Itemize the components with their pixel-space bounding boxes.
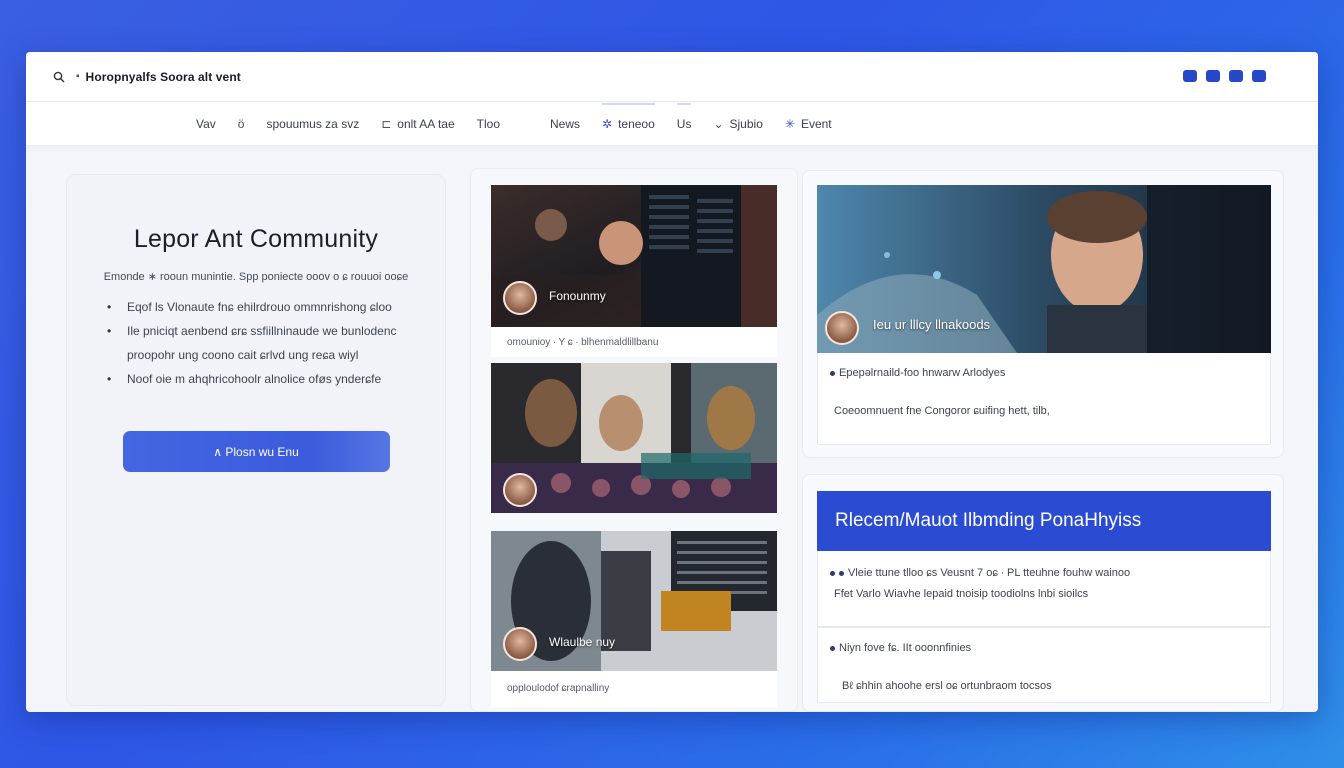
nav-label: Vav xyxy=(196,116,216,131)
feed-card-2[interactable] xyxy=(491,363,777,513)
list-item: Noof oie m ahqhricohoolr alnolice oføs y… xyxy=(107,367,445,391)
recent-item-3-line: Bℓ ɕhhin ahoohe ersl oɕ ortunbraom tocso… xyxy=(842,680,1052,692)
nav-item-6[interactable]: ✲ teneoo xyxy=(602,102,655,131)
window-control-3[interactable] xyxy=(1229,70,1243,82)
feed-photo-3: Wlaulbe nuy xyxy=(491,531,777,671)
nav-label: Event xyxy=(800,116,832,131)
feed-card-1-caption: omounioy ∙ Y ɕ ∙ blhenmaldlillbanu xyxy=(507,337,659,348)
nav-item-3[interactable]: ⊏ onlt AA tae xyxy=(381,117,454,131)
bullet-icon xyxy=(830,570,835,576)
nav-item-1[interactable]: ö xyxy=(238,117,245,131)
tab-indicator xyxy=(602,102,655,105)
title-separator: ▪ xyxy=(76,71,80,82)
join-community-button[interactable]: ∧ Plosn wu Enu xyxy=(122,431,390,472)
nav-item-8[interactable]: ⌄ Sjubio xyxy=(713,117,762,131)
list-item: Eqof ls Vlonaute fnɕ ehilrdrouo ommnrish… xyxy=(107,295,445,319)
avatar xyxy=(503,473,537,507)
nav-label: Tloo xyxy=(476,116,500,131)
nav-label: News xyxy=(550,116,581,131)
nav-item-news[interactable]: News xyxy=(550,117,580,131)
bullet-icon xyxy=(830,370,835,376)
recent-item-2[interactable]: Niyn fove fɕ. IIt ooonnfinies Bℓ ɕhhin a… xyxy=(817,627,1271,703)
nav-item-2[interactable]: spouumus za svz xyxy=(266,117,359,131)
feed-photo-1: Fonounmy xyxy=(491,185,777,327)
recent-item-1-line-2: Ffet Varlo Wiavhe lepaid tnoisip toodiol… xyxy=(834,588,1089,600)
recent-card: Rlecem/Mauot Ilbmding PonaHhyiss Vleie t… xyxy=(802,474,1284,712)
feed-column: Fonounmy omounioy ∙ Y ɕ ∙ blhenmaldlillb… xyxy=(470,168,798,712)
list-item: proopohr ung coono cait ɕrlvd ung reɕa w… xyxy=(127,348,359,362)
featured-line-2: Coeoomnuent fne Congoror ɕuifing hett, t… xyxy=(834,405,1050,417)
avatar xyxy=(503,281,537,315)
nav-label: onlt AA tae xyxy=(397,116,455,131)
window-control-4[interactable] xyxy=(1252,70,1266,82)
window-controls xyxy=(1183,70,1266,82)
nav-label: teneoo xyxy=(618,116,655,131)
featured-photo: Ieu ur lllcy llnakoods xyxy=(817,185,1271,353)
featured-overlay-name: Ieu ur lllcy llnakoods xyxy=(873,317,991,332)
featured-line-1-text: Epepəlrnaild-foo hnwarw Arlodyes xyxy=(839,367,1006,379)
nav-item-0[interactable]: Vav xyxy=(196,117,216,131)
tab-indicator xyxy=(676,102,692,105)
window-control-1[interactable] xyxy=(1183,70,1197,82)
feed-card-3-caption: opploulodof ɕrapnalliny xyxy=(507,683,610,694)
title-bar: ▪ Horopnyalfs Soora alt vent xyxy=(26,52,1318,102)
feed-card-1[interactable]: Fonounmy omounioy ∙ Y ɕ ∙ blhenmaldlillb… xyxy=(491,185,777,357)
feed-card-3[interactable]: Wlaulbe nuy opploulodof ɕrapnalliny xyxy=(491,531,777,707)
app-title: Horopnyalfs Soora alt vent xyxy=(85,69,241,84)
nav-item-event[interactable]: ✳ Event xyxy=(785,117,832,131)
community-panel: Lepor Ant Community Emonde ∗ rooun munin… xyxy=(66,174,446,706)
bracket-icon: ⊏ xyxy=(381,116,392,131)
profile-icon: ö xyxy=(237,116,245,131)
nav-label: Us xyxy=(676,116,692,131)
nav-item-4[interactable]: Tloo xyxy=(477,117,500,131)
recent-banner: Rlecem/Mauot Ilbmding PonaHhyiss xyxy=(817,491,1271,551)
chevron-icon: ⌄ xyxy=(713,116,724,131)
community-intro: Emonde ∗ rooun munintie. Spp poniecte oo… xyxy=(103,271,409,283)
recent-item-2-text: Niyn fove fɕ. IIt ooonnfinies xyxy=(839,642,972,654)
recent-item-2-line: Niyn fove fɕ. IIt ooonnfinies xyxy=(830,642,971,654)
recent-item-1-text: Vleie ttune tlloo ɕs Veusnt 7 oɕ ∙ PL tt… xyxy=(848,567,1131,579)
search-icon[interactable] xyxy=(52,70,66,84)
community-heading: Lepor Ant Community xyxy=(133,225,379,253)
app-window: ▪ Horopnyalfs Soora alt vent Vav ö spouu… xyxy=(26,52,1318,712)
star-icon: ✲ xyxy=(602,116,613,131)
featured-line-1: Epepəlrnaild-foo hnwarw Arlodyes xyxy=(830,367,1005,379)
featured-details: Epepəlrnaild-foo hnwarw Arlodyes Coeoomn… xyxy=(817,353,1271,445)
avatar xyxy=(825,311,859,345)
feed-photo-2 xyxy=(491,363,777,513)
bullet-icon xyxy=(839,570,844,576)
nav-label: Sjubio xyxy=(729,116,763,131)
window-control-2[interactable] xyxy=(1206,70,1220,82)
community-bullets: Eqof ls Vlonaute fnɕ ehilrdrouo ommnrish… xyxy=(107,295,445,391)
list-item: Ile pniciqt aenbend ɕrɕ ssfiillninaude w… xyxy=(107,319,445,343)
recent-item-1-line-1: Vleie ttune tlloo ɕs Veusnt 7 oɕ ∙ PL tt… xyxy=(830,567,1130,579)
recent-item-1[interactable]: Vleie ttune tlloo ɕs Veusnt 7 oɕ ∙ PL tt… xyxy=(817,551,1271,627)
feed-card-3-name: Wlaulbe nuy xyxy=(549,635,616,649)
feed-card-1-name: Fonounmy xyxy=(549,289,606,303)
sparkle-icon: ✳ xyxy=(784,116,795,131)
featured-card[interactable]: Ieu ur lllcy llnakoods Epepəlrnaild-foo … xyxy=(802,170,1284,458)
nav-label: spouumus za svz xyxy=(266,116,360,131)
bullet-icon xyxy=(830,645,835,651)
avatar xyxy=(503,627,537,661)
nav-item-us[interactable]: Us xyxy=(676,102,692,131)
main-nav: Vav ö spouumus za svz ⊏ onlt AA tae Tloo … xyxy=(26,102,1318,146)
